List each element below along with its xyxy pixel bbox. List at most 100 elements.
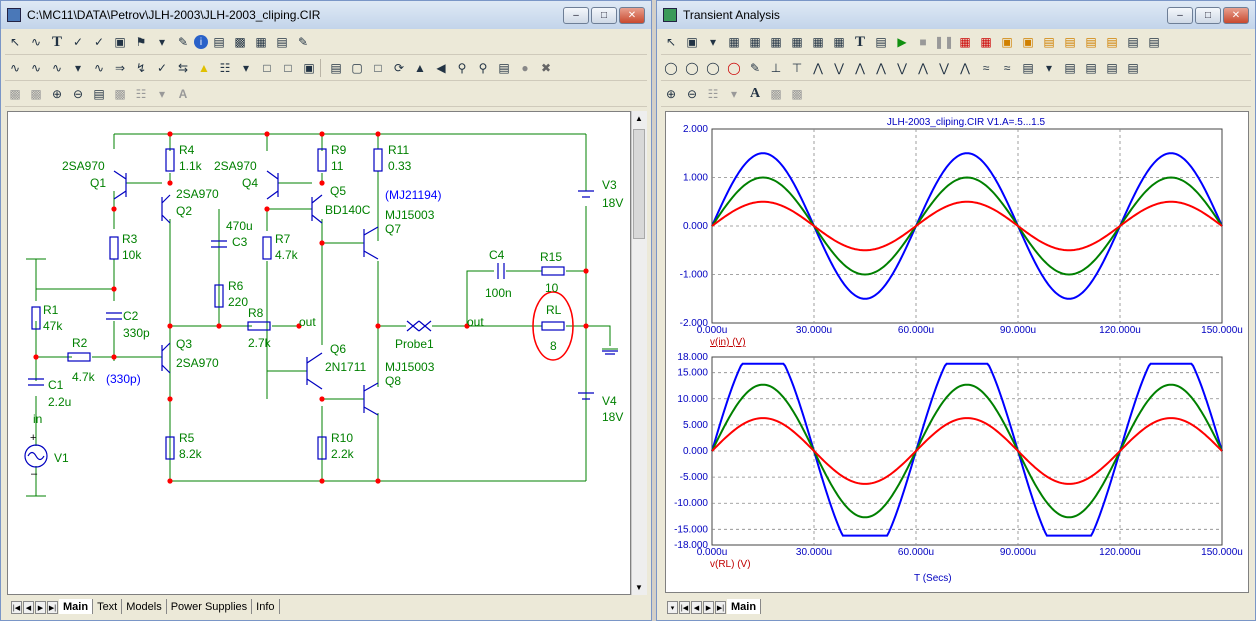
align2-icon[interactable]: ▤ — [1123, 58, 1143, 78]
valley-icon[interactable]: ⊤ — [787, 58, 807, 78]
wire-mode-icon[interactable]: ✓ — [68, 32, 88, 52]
analysis-pointer-icon[interactable]: ▣ — [682, 32, 702, 52]
tag-icon[interactable]: ≈ — [976, 58, 996, 78]
last-tab-icon[interactable]: ▶| — [47, 601, 58, 614]
cursor-icon[interactable]: ✎ — [745, 58, 765, 78]
analysis-titlebar[interactable]: Transient Analysis – □ ✕ — [657, 1, 1255, 29]
tile-icon[interactable]: ☷ — [131, 84, 151, 104]
analysis-tile-icon[interactable]: ☷ — [703, 84, 723, 104]
tile-dropdown-icon[interactable]: ▾ — [152, 84, 172, 104]
view3-icon[interactable]: ▤ — [1081, 32, 1101, 52]
stop-run-icon[interactable]: ■ — [913, 32, 933, 52]
view-icon[interactable]: ▤ — [1039, 32, 1059, 52]
analysis-properties-icon[interactable]: ▤ — [871, 32, 891, 52]
minimize-button[interactable]: – — [563, 6, 589, 24]
mirror-y-icon[interactable]: ◀ — [431, 58, 451, 78]
next-tab-icon[interactable]: ▶ — [35, 601, 46, 614]
flow-icon[interactable]: ⇒ — [110, 58, 130, 78]
bottom-icon[interactable]: ⋁ — [934, 58, 954, 78]
slope-icon[interactable]: ⋀ — [955, 58, 975, 78]
dropdown-icon[interactable]: ▾ — [152, 32, 172, 52]
rescale-icon[interactable]: ▦ — [745, 32, 765, 52]
pin-icon[interactable]: ✎ — [173, 32, 193, 52]
find-icon[interactable]: ⚲ — [452, 58, 472, 78]
properties-icon[interactable]: ✎ — [293, 32, 313, 52]
split2-icon[interactable]: ▤ — [1144, 32, 1164, 52]
box-icon[interactable]: □ — [368, 58, 388, 78]
analysis-tile-dropdown-icon[interactable]: ▾ — [724, 84, 744, 104]
high-icon[interactable]: ⋀ — [808, 58, 828, 78]
graph4-icon[interactable]: ▦ — [829, 32, 849, 52]
pin-connections-icon[interactable]: ▾ — [68, 58, 88, 78]
power-icon[interactable]: ↯ — [131, 58, 151, 78]
cancel-icon[interactable]: ✖ — [536, 58, 556, 78]
group-icon[interactable]: ▩ — [5, 84, 25, 104]
scroll-thumb[interactable] — [633, 129, 645, 239]
tab-models[interactable]: Models — [122, 599, 167, 614]
pause-icon[interactable]: ❚❚ — [934, 32, 954, 52]
maximize-button[interactable]: □ — [591, 6, 617, 24]
zoom-reset-icon[interactable]: ◯ — [724, 58, 744, 78]
node-voltages-icon[interactable]: ∿ — [26, 58, 46, 78]
tab-main[interactable]: Main — [59, 599, 94, 614]
step2-icon[interactable]: ▦ — [976, 32, 996, 52]
analysis-back-tab-icon[interactable]: ◀ — [691, 601, 702, 614]
analysis-ungroup-icon[interactable]: ▩ — [787, 84, 807, 104]
text-mode-icon[interactable]: T — [47, 32, 67, 52]
help-icon[interactable]: ▤ — [209, 32, 229, 52]
schematic-titlebar[interactable]: C:\MC11\DATA\Petrov\JLH-2003\JLH-2003_cl… — [1, 1, 651, 29]
step-icon[interactable]: ▦ — [955, 32, 975, 52]
analysis-close-button[interactable]: ✕ — [1223, 6, 1249, 24]
analysis-tab-main[interactable]: Main — [727, 599, 762, 614]
point-to-end-icon[interactable]: ▩ — [230, 32, 250, 52]
low-icon[interactable]: ⋁ — [829, 58, 849, 78]
prev-tab-icon[interactable]: ◀ — [23, 601, 34, 614]
border-icon[interactable]: ▣ — [299, 58, 319, 78]
label-icon[interactable]: ▤ — [1018, 58, 1038, 78]
component-mode-icon[interactable]: ∿ — [26, 32, 46, 52]
align-icon[interactable]: ▤ — [1102, 58, 1122, 78]
schematic-vertical-scrollbar[interactable]: ▲ ▼ — [631, 111, 647, 595]
plot-canvas[interactable]: JLH-2003_cliping.CIR V1.A=.5...1.5 0.000… — [665, 111, 1249, 593]
current-icon[interactable]: ∿ — [89, 58, 109, 78]
view2-icon[interactable]: ▤ — [1060, 32, 1080, 52]
print-icon[interactable]: ▩ — [110, 84, 130, 104]
analysis-prev-tab-icon[interactable]: |◀ — [679, 601, 690, 614]
bottom-trace-label[interactable]: v(RL) (V) — [710, 559, 751, 570]
zoom-y-icon[interactable]: ◯ — [682, 58, 702, 78]
tag2-icon[interactable]: ≈ — [997, 58, 1017, 78]
info-icon[interactable]: i — [194, 35, 208, 49]
top-trace-label[interactable]: v(in) (V) — [710, 337, 746, 348]
limits-icon[interactable]: ▣ — [997, 32, 1017, 52]
analysis-dropdown-icon[interactable]: ▾ — [703, 32, 723, 52]
top-icon[interactable]: ⋀ — [913, 58, 933, 78]
select-mode-icon[interactable]: ↖ — [5, 32, 25, 52]
title-block-icon[interactable]: ▤ — [326, 58, 346, 78]
zoom-fit-icon[interactable]: ▤ — [89, 84, 109, 104]
stop-icon[interactable]: ● — [515, 58, 535, 78]
scale-icon[interactable]: ▦ — [724, 32, 744, 52]
graph-icon[interactable]: ▦ — [766, 32, 786, 52]
rotate-icon[interactable]: ⟳ — [389, 58, 409, 78]
report-icon[interactable]: ▤ — [494, 58, 514, 78]
font-icon[interactable]: A — [173, 84, 193, 104]
analysis-zoom-in-icon[interactable]: ⊕ — [661, 84, 681, 104]
zoom-out-icon[interactable]: ⊖ — [68, 84, 88, 104]
run-icon[interactable]: ▶ — [892, 32, 912, 52]
grid-icon[interactable]: ☷ — [215, 58, 235, 78]
numeric-icon[interactable]: ▤ — [1081, 58, 1101, 78]
list-icon[interactable]: ▤ — [1060, 58, 1080, 78]
analysis-text-icon[interactable]: T — [850, 32, 870, 52]
graph2-icon[interactable]: ▦ — [787, 32, 807, 52]
inflection-icon[interactable]: ⋀ — [850, 58, 870, 78]
analysis-select-icon[interactable]: ↖ — [661, 32, 681, 52]
analysis-maximize-button[interactable]: □ — [1195, 6, 1221, 24]
label-dropdown-icon[interactable]: ▾ — [1039, 58, 1059, 78]
grid-dropdown-icon[interactable]: ▾ — [236, 58, 256, 78]
binoculars-icon[interactable]: ⚲ — [473, 58, 493, 78]
limits2-icon[interactable]: ▣ — [1018, 32, 1038, 52]
list-icon[interactable]: ▤ — [272, 32, 292, 52]
analysis-group-icon[interactable]: ▩ — [766, 84, 786, 104]
flag-icon[interactable]: ⚑ — [131, 32, 151, 52]
view4-icon[interactable]: ▤ — [1102, 32, 1122, 52]
